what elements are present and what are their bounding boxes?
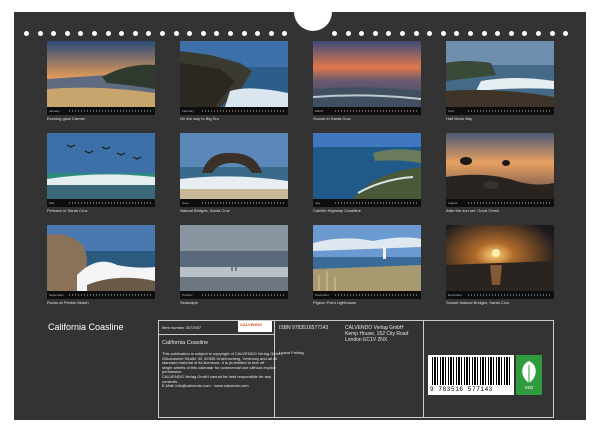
- product-title: California Coasline: [162, 340, 209, 346]
- photo-caption: Natural Bridges, Santa Cruz: [180, 208, 230, 213]
- hanger-notch: [294, 12, 332, 31]
- author: Luana Freitag: [279, 350, 304, 355]
- month-label: May: [49, 201, 55, 205]
- photo-caption: Sunset in Santa Cruz: [313, 116, 351, 121]
- month-tile-may: May Pelicans in Santa Cruz: [47, 133, 155, 215]
- photo-caption: Evening glow Carmel: [47, 116, 85, 121]
- month-label: December: [448, 293, 462, 297]
- month-label: March: [315, 109, 324, 113]
- photo-santa-cruz-sunset: [313, 41, 421, 107]
- month-tile-february: February On the way to Big Sur: [180, 41, 288, 123]
- month-tile-january: January Evening glow Carmel: [47, 41, 155, 123]
- photo-pebble-beach: [47, 225, 155, 291]
- month-label: April: [448, 109, 455, 113]
- isbn: ISBN 9783516577143: [279, 325, 329, 331]
- publisher-address: CALVENDO Verlag GmbH Kemp House, 152 Cit…: [345, 325, 409, 343]
- photo-caption: Rocks at Pebble Beach: [47, 300, 89, 305]
- photo-good-creek: [446, 133, 554, 199]
- month-label: February: [182, 109, 195, 113]
- isbn-barcode: 9 783516 577143: [428, 355, 514, 395]
- month-tile-april: April Half Moon Bay: [446, 41, 554, 123]
- photo-evening-glow: [47, 41, 155, 107]
- eco-badge: eco: [516, 355, 542, 395]
- photo-pelicans: [47, 133, 155, 199]
- photo-caption: Seascape: [180, 300, 198, 305]
- photo-caption: Pigeon Point Lighthouse: [313, 300, 357, 305]
- photo-caption: On the way to Big Sur: [180, 116, 219, 121]
- photo-big-sur: [180, 41, 288, 107]
- photo-caption: Half Moon Bay: [446, 116, 473, 121]
- photo-half-moon-bay: [446, 41, 554, 107]
- photo-seascape: [180, 225, 288, 291]
- barcode-digits: 9 783516 577143: [430, 386, 494, 393]
- month-tile-june: June Natural Bridges, Santa Cruz: [180, 133, 288, 215]
- month-label: January: [49, 109, 60, 113]
- month-tile-march: March Sunset in Santa Cruz: [313, 41, 421, 123]
- photo-caption: After the sun set, Good Creek: [446, 208, 499, 213]
- photo-caption: Sunset Natural Bridges, Santa Cruz: [446, 300, 510, 305]
- month-label: September: [49, 293, 64, 297]
- month-label: July: [315, 201, 321, 205]
- photo-pigeon-point: [313, 225, 421, 291]
- photo-caption: Pelicans in Santa Cruz: [47, 208, 88, 213]
- photo-cabrillo-highway: [313, 133, 421, 199]
- photo-sunset-natural-bridges: [446, 225, 554, 291]
- month-tile-november: November Pigeon Point Lighthouse: [313, 225, 421, 307]
- month-tile-july: July Cabrillo Highway Coastline: [313, 133, 421, 215]
- eco-label: eco: [524, 385, 534, 391]
- binding-holes-right: [332, 31, 577, 39]
- legal-text: This publication is subject to copyright…: [162, 351, 283, 389]
- calvendo-logo: CALVENDO: [238, 321, 272, 332]
- month-label: August: [448, 201, 458, 205]
- month-tile-august: August After the sun set, Good Creek: [446, 133, 554, 215]
- photo-caption: Cabrillo Highway Coastline: [313, 208, 361, 213]
- calendar-title: California Coasline: [48, 322, 124, 332]
- month-tile-september: September Rocks at Pebble Beach: [47, 225, 155, 307]
- item-number: Item number 2072957: [162, 325, 202, 330]
- month-label: October: [182, 293, 193, 297]
- binding-holes-left: [24, 31, 296, 39]
- photo-natural-bridges: [180, 133, 288, 199]
- divider: [158, 334, 274, 335]
- month-label: June: [182, 201, 189, 205]
- month-tile-december: December Sunset Natural Bridges, Santa C…: [446, 225, 554, 307]
- month-label: November: [315, 293, 329, 297]
- month-tile-october: October Seascape: [180, 225, 288, 307]
